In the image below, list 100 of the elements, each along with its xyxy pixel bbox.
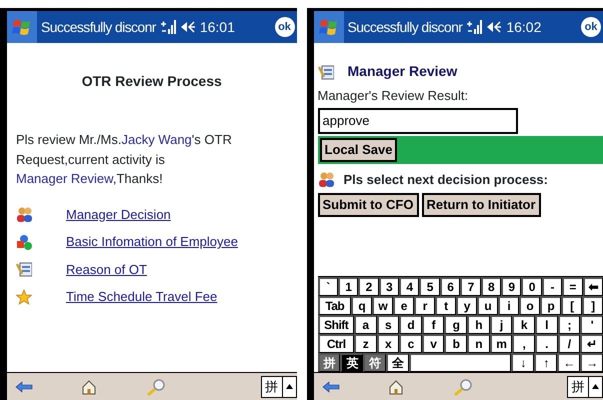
space-key[interactable] bbox=[409, 353, 512, 372]
keyboard-key[interactable]: 0 bbox=[521, 277, 542, 296]
input-panel-toggle[interactable] bbox=[589, 376, 603, 398]
keyboard-key[interactable]: j bbox=[490, 315, 512, 334]
section-link[interactable]: Manager Decision bbox=[66, 204, 171, 224]
person-link[interactable]: Manager Review bbox=[16, 171, 113, 186]
keyboard-key[interactable]: b bbox=[444, 334, 468, 353]
ok-button[interactable]: ok bbox=[274, 17, 294, 37]
ok-button[interactable]: ok bbox=[581, 17, 601, 37]
keyboard-key[interactable]: [ bbox=[561, 296, 582, 315]
person-link[interactable]: Jacky Wang bbox=[121, 132, 192, 147]
input-method-button[interactable]: 拼 bbox=[567, 376, 589, 398]
back-arrow-icon[interactable] bbox=[322, 380, 340, 392]
keyboard-key[interactable]: y bbox=[456, 296, 478, 315]
keyboard-key[interactable]: / bbox=[558, 334, 580, 353]
keyboard-key[interactable]: m bbox=[490, 334, 512, 353]
keyboard-key[interactable]: x bbox=[376, 334, 400, 353]
shapes-icon bbox=[16, 234, 32, 250]
keyboard-key[interactable]: 1 bbox=[338, 277, 358, 296]
section-link[interactable]: Basic Infomation of Employee bbox=[66, 232, 238, 252]
home-icon[interactable] bbox=[81, 378, 97, 394]
form-icon bbox=[16, 261, 32, 278]
start-button[interactable] bbox=[314, 11, 344, 43]
keyboard-key[interactable]: o bbox=[519, 296, 540, 315]
decision-button[interactable]: Submit to CFO bbox=[318, 193, 418, 217]
keyboard-key[interactable]: d bbox=[399, 315, 422, 334]
star-icon bbox=[16, 288, 32, 305]
keyboard-key[interactable]: . bbox=[535, 334, 558, 353]
search-icon[interactable] bbox=[145, 378, 167, 396]
keyboard-key[interactable]: e bbox=[393, 296, 414, 315]
keyboard-key[interactable]: c bbox=[399, 334, 422, 353]
speaker-icon[interactable] bbox=[180, 19, 196, 35]
keyboard-key[interactable]: ` bbox=[318, 277, 338, 296]
keyboard-key[interactable]: ← bbox=[557, 353, 580, 372]
input-mode-key[interactable]: 拼 bbox=[318, 353, 340, 372]
signal-icon[interactable] bbox=[466, 19, 482, 35]
keyboard-key[interactable]: 5 bbox=[419, 277, 440, 296]
form-icon bbox=[318, 64, 334, 80]
start-button[interactable] bbox=[7, 11, 37, 43]
section-link[interactable]: Reason of OT bbox=[66, 260, 147, 279]
keyboard-key[interactable]: g bbox=[444, 315, 468, 334]
input-mode-key[interactable]: 英 bbox=[340, 353, 364, 372]
keyboard-key[interactable]: k bbox=[512, 315, 536, 334]
speaker-icon[interactable] bbox=[486, 19, 502, 35]
keyboard-key[interactable]: , bbox=[512, 334, 536, 353]
keyboard-key[interactable]: u bbox=[477, 296, 498, 315]
keyboard-key[interactable]: z bbox=[354, 334, 377, 353]
keyboard-key[interactable]: ↓ bbox=[511, 353, 534, 372]
section-title: Manager Review bbox=[348, 62, 458, 81]
keyboard-key[interactable]: ↑ bbox=[534, 353, 558, 372]
keyboard-key[interactable]: 7 bbox=[460, 277, 481, 296]
keyboard-key[interactable]: ] bbox=[582, 296, 603, 315]
input-method-button[interactable]: 拼 bbox=[260, 376, 282, 398]
keyboard-key[interactable]: h bbox=[467, 315, 490, 334]
caret-icon bbox=[592, 384, 599, 389]
keyboard-key[interactable]: Shift bbox=[318, 315, 354, 334]
keyboard-key[interactable]: 8 bbox=[480, 277, 502, 296]
keyboard-key[interactable]: 4 bbox=[399, 277, 420, 296]
keyboard-key[interactable]: p bbox=[540, 296, 562, 315]
decision-button[interactable]: Return to Initiator bbox=[422, 193, 541, 217]
keyboard-key[interactable]: ↵ bbox=[580, 334, 603, 353]
local-save-button[interactable]: Local Save bbox=[320, 138, 398, 162]
keyboard-key[interactable]: - bbox=[542, 277, 562, 296]
keyboard-key[interactable]: 全 bbox=[386, 353, 410, 372]
keyboard-key[interactable]: a bbox=[354, 315, 377, 334]
field-label: Manager's Review Result: bbox=[318, 87, 470, 105]
keyboard-key[interactable]: → bbox=[580, 353, 603, 372]
section-link[interactable]: Time Schedule Travel Fee bbox=[66, 287, 218, 306]
home-icon[interactable] bbox=[388, 378, 404, 394]
keyboard-key[interactable]: 3 bbox=[378, 277, 400, 296]
keyboard-key[interactable]: n bbox=[467, 334, 490, 353]
input-panel-toggle[interactable] bbox=[282, 376, 296, 398]
keyboard-key[interactable]: Tab bbox=[318, 296, 352, 315]
keyboard-key[interactable]: 2 bbox=[358, 277, 379, 296]
signal-icon[interactable] bbox=[160, 19, 176, 35]
keyboard-key[interactable]: i bbox=[498, 296, 520, 315]
keyboard-key[interactable]: v bbox=[422, 334, 444, 353]
input-mode-key[interactable]: 符 bbox=[363, 353, 386, 372]
keyboard-key[interactable]: s bbox=[376, 315, 400, 334]
keyboard-key[interactable]: ⬅ bbox=[582, 277, 603, 296]
keyboard-key[interactable]: 9 bbox=[501, 277, 522, 296]
clock-time[interactable]: 16:02 bbox=[506, 16, 542, 38]
keyboard-key[interactable]: ; bbox=[558, 315, 580, 334]
keyboard-key[interactable]: l bbox=[535, 315, 558, 334]
keyboard-key[interactable]: 6 bbox=[440, 277, 460, 296]
keyboard-key[interactable]: q bbox=[351, 296, 372, 315]
keyboard-key[interactable]: = bbox=[562, 277, 583, 296]
keyboard-key[interactable]: f bbox=[422, 315, 444, 334]
review-result-field[interactable]: approve bbox=[318, 108, 518, 134]
windows-flag-icon bbox=[318, 18, 338, 36]
keyboard-key[interactable]: ' bbox=[580, 315, 603, 334]
keyboard-key[interactable]: w bbox=[372, 296, 394, 315]
clock-time[interactable]: 16:01 bbox=[200, 16, 235, 38]
window-title: Successfully disconr bbox=[41, 18, 156, 37]
decision-prompt: Pls select next decision process: bbox=[344, 170, 548, 189]
search-icon[interactable] bbox=[452, 378, 474, 396]
keyboard-key[interactable]: t bbox=[435, 296, 456, 315]
back-arrow-icon[interactable] bbox=[15, 380, 33, 392]
keyboard-key[interactable]: r bbox=[414, 296, 436, 315]
keyboard-key[interactable]: Ctrl bbox=[318, 334, 354, 353]
